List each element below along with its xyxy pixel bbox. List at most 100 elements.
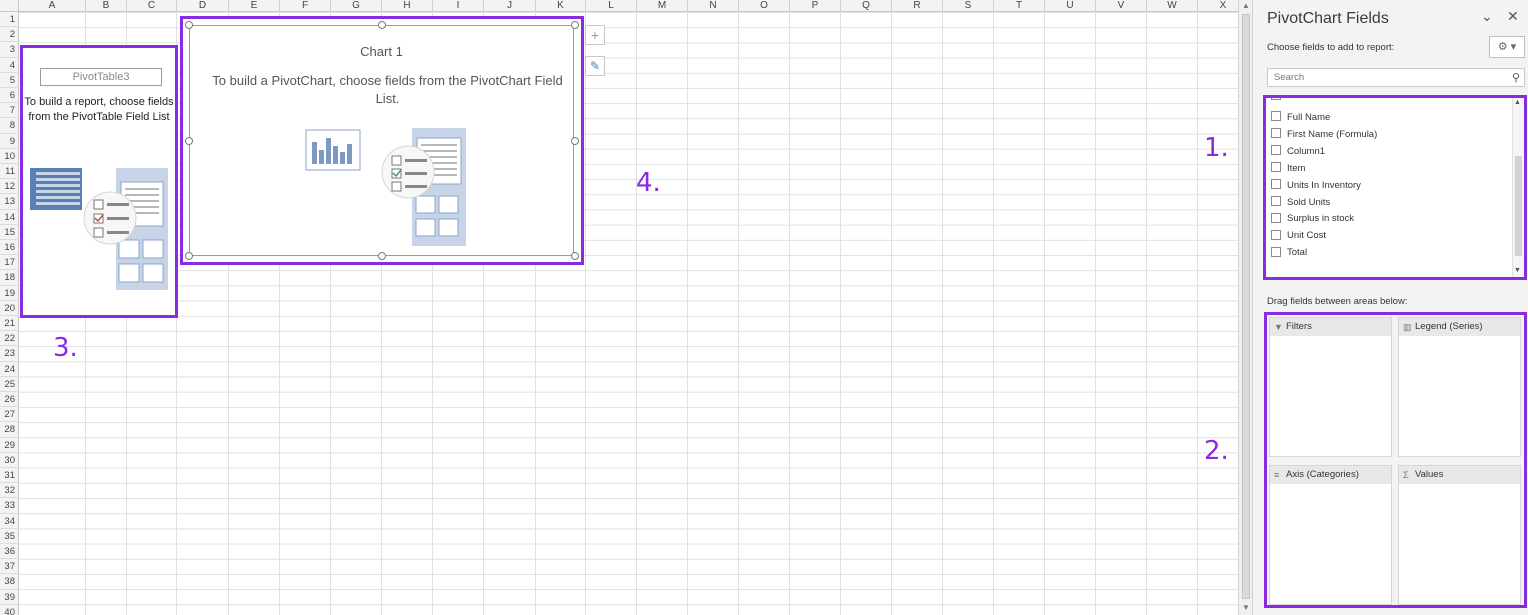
row-header[interactable]: 7 — [0, 103, 19, 119]
tools-gear-button[interactable]: ⚙ ▾ — [1489, 36, 1525, 58]
checkbox[interactable] — [1271, 128, 1281, 139]
column-header[interactable]: L — [586, 0, 637, 12]
field-item[interactable]: Full Name — [1271, 109, 1330, 126]
row-header[interactable]: 5 — [0, 73, 19, 88]
checkbox[interactable] — [1271, 98, 1281, 101]
column-header[interactable]: W — [1147, 0, 1198, 12]
column-header[interactable]: K — [536, 0, 586, 12]
row-header[interactable]: 31 — [0, 468, 19, 484]
field-item[interactable]: Item — [1271, 160, 1305, 177]
row-header[interactable]: 34 — [0, 514, 19, 529]
scroll-down-icon[interactable]: ▼ — [1514, 267, 1521, 274]
column-header[interactable]: J — [484, 0, 536, 12]
resize-handle-bottom-right[interactable] — [571, 252, 579, 260]
column-header[interactable]: T — [994, 0, 1045, 12]
row-header[interactable]: 16 — [0, 240, 19, 256]
search-icon[interactable]: ⚲ — [1512, 70, 1520, 87]
pivot-table-placeholder[interactable]: PivotTable3 To build a report, choose fi… — [20, 45, 178, 318]
row-header[interactable]: 11 — [0, 164, 19, 180]
chart-elements-button[interactable]: + — [585, 25, 605, 45]
column-header[interactable]: F — [280, 0, 331, 12]
column-header[interactable]: N — [688, 0, 739, 12]
column-header[interactable]: P — [790, 0, 841, 12]
row-header[interactable]: 35 — [0, 529, 19, 544]
sheet-vertical-scrollbar[interactable]: ▲ ▼ — [1238, 0, 1252, 615]
field-list[interactable]: Full Name First Name (Formula) Column1 Item… — [1263, 95, 1527, 280]
resize-handle-top-right[interactable] — [571, 21, 579, 29]
column-header[interactable]: M — [637, 0, 688, 12]
pane-options-icon[interactable]: ⌄ — [1481, 8, 1493, 25]
resize-handle-left[interactable] — [185, 137, 193, 145]
field-item[interactable]: Total — [1271, 244, 1307, 261]
row-header[interactable]: 21 — [0, 316, 19, 332]
field-item[interactable]: Column1 — [1271, 143, 1325, 160]
row-header[interactable]: 3 — [0, 42, 19, 58]
row-header[interactable]: 23 — [0, 346, 19, 362]
filters-area[interactable]: ▼ Filters — [1269, 317, 1392, 457]
field-search-input[interactable]: Search ⚲ — [1267, 68, 1525, 87]
row-header[interactable]: 1 — [0, 12, 19, 28]
pivot-chart-placeholder[interactable]: Chart 1 To build a PivotChart, choose fi… — [180, 16, 584, 265]
column-header[interactable]: O — [739, 0, 790, 12]
row-header[interactable]: 26 — [0, 392, 19, 408]
checkbox[interactable] — [1271, 145, 1281, 156]
resize-handle-bottom-left[interactable] — [185, 252, 193, 260]
values-area[interactable]: Σ Values — [1398, 465, 1521, 605]
row-header[interactable]: 6 — [0, 88, 19, 104]
checkbox[interactable] — [1271, 246, 1281, 257]
chart-title[interactable]: Chart 1 — [190, 44, 573, 59]
checkbox[interactable] — [1271, 162, 1281, 173]
row-header[interactable]: 4 — [0, 58, 19, 73]
axis-area[interactable]: ≡ Axis (Categories) — [1269, 465, 1392, 605]
checkbox[interactable] — [1271, 229, 1281, 240]
legend-area[interactable]: ▥ Legend (Series) — [1398, 317, 1521, 457]
row-header[interactable]: 12 — [0, 179, 19, 195]
field-item[interactable]: Units In Inventory — [1271, 177, 1361, 194]
chart-area[interactable]: Chart 1 To build a PivotChart, choose fi… — [189, 25, 574, 256]
row-header[interactable]: 19 — [0, 286, 19, 301]
column-header[interactable]: S — [943, 0, 994, 12]
column-header[interactable]: H — [382, 0, 433, 12]
column-header[interactable]: I — [433, 0, 484, 12]
row-header[interactable]: 38 — [0, 574, 19, 590]
worksheet[interactable]: ABCDEFGHIJKLMNOPQRSTUVWX 1 2 3 4 5 6 7 8 9 10 11 12… — [0, 0, 1238, 615]
row-header[interactable]: 24 — [0, 362, 19, 377]
row-header[interactable]: 20 — [0, 301, 19, 316]
scroll-thumb[interactable] — [1515, 156, 1522, 256]
row-header[interactable]: 14 — [0, 210, 19, 225]
chart-styles-button[interactable]: ✎ — [585, 56, 605, 76]
column-header[interactable]: U — [1045, 0, 1096, 12]
resize-handle-top-left[interactable] — [185, 21, 193, 29]
checkbox[interactable] — [1271, 179, 1281, 190]
row-header[interactable]: 25 — [0, 377, 19, 392]
row-header[interactable]: 29 — [0, 438, 19, 453]
row-header[interactable]: 9 — [0, 134, 19, 149]
field-item-hidden-top[interactable] — [1271, 98, 1287, 105]
resize-handle-bottom[interactable] — [378, 252, 386, 260]
scroll-thumb[interactable] — [1242, 14, 1250, 599]
column-header[interactable]: D — [177, 0, 229, 12]
row-header[interactable]: 32 — [0, 483, 19, 499]
row-header[interactable]: 39 — [0, 590, 19, 605]
field-item[interactable]: Surplus in stock — [1271, 210, 1354, 227]
checkbox[interactable] — [1271, 111, 1281, 122]
column-header[interactable]: Q — [841, 0, 892, 12]
resize-handle-right[interactable] — [571, 137, 579, 145]
row-header[interactable]: 40 — [0, 605, 19, 615]
row-header[interactable]: 33 — [0, 498, 19, 514]
column-header[interactable]: C — [127, 0, 177, 12]
row-header[interactable]: 10 — [0, 149, 19, 164]
row-header[interactable]: 18 — [0, 270, 19, 286]
row-header[interactable]: 30 — [0, 453, 19, 468]
row-header[interactable]: 8 — [0, 118, 19, 134]
column-header[interactable]: V — [1096, 0, 1147, 12]
resize-handle-top[interactable] — [378, 21, 386, 29]
column-header[interactable]: E — [229, 0, 280, 12]
row-header[interactable]: 28 — [0, 422, 19, 438]
select-all-corner[interactable] — [0, 0, 19, 12]
column-header[interactable]: R — [892, 0, 943, 12]
row-header[interactable]: 36 — [0, 544, 19, 560]
field-list-scrollbar[interactable]: ▲ ▼ — [1512, 98, 1524, 277]
checkbox[interactable] — [1271, 212, 1281, 223]
row-header[interactable]: 37 — [0, 559, 19, 575]
